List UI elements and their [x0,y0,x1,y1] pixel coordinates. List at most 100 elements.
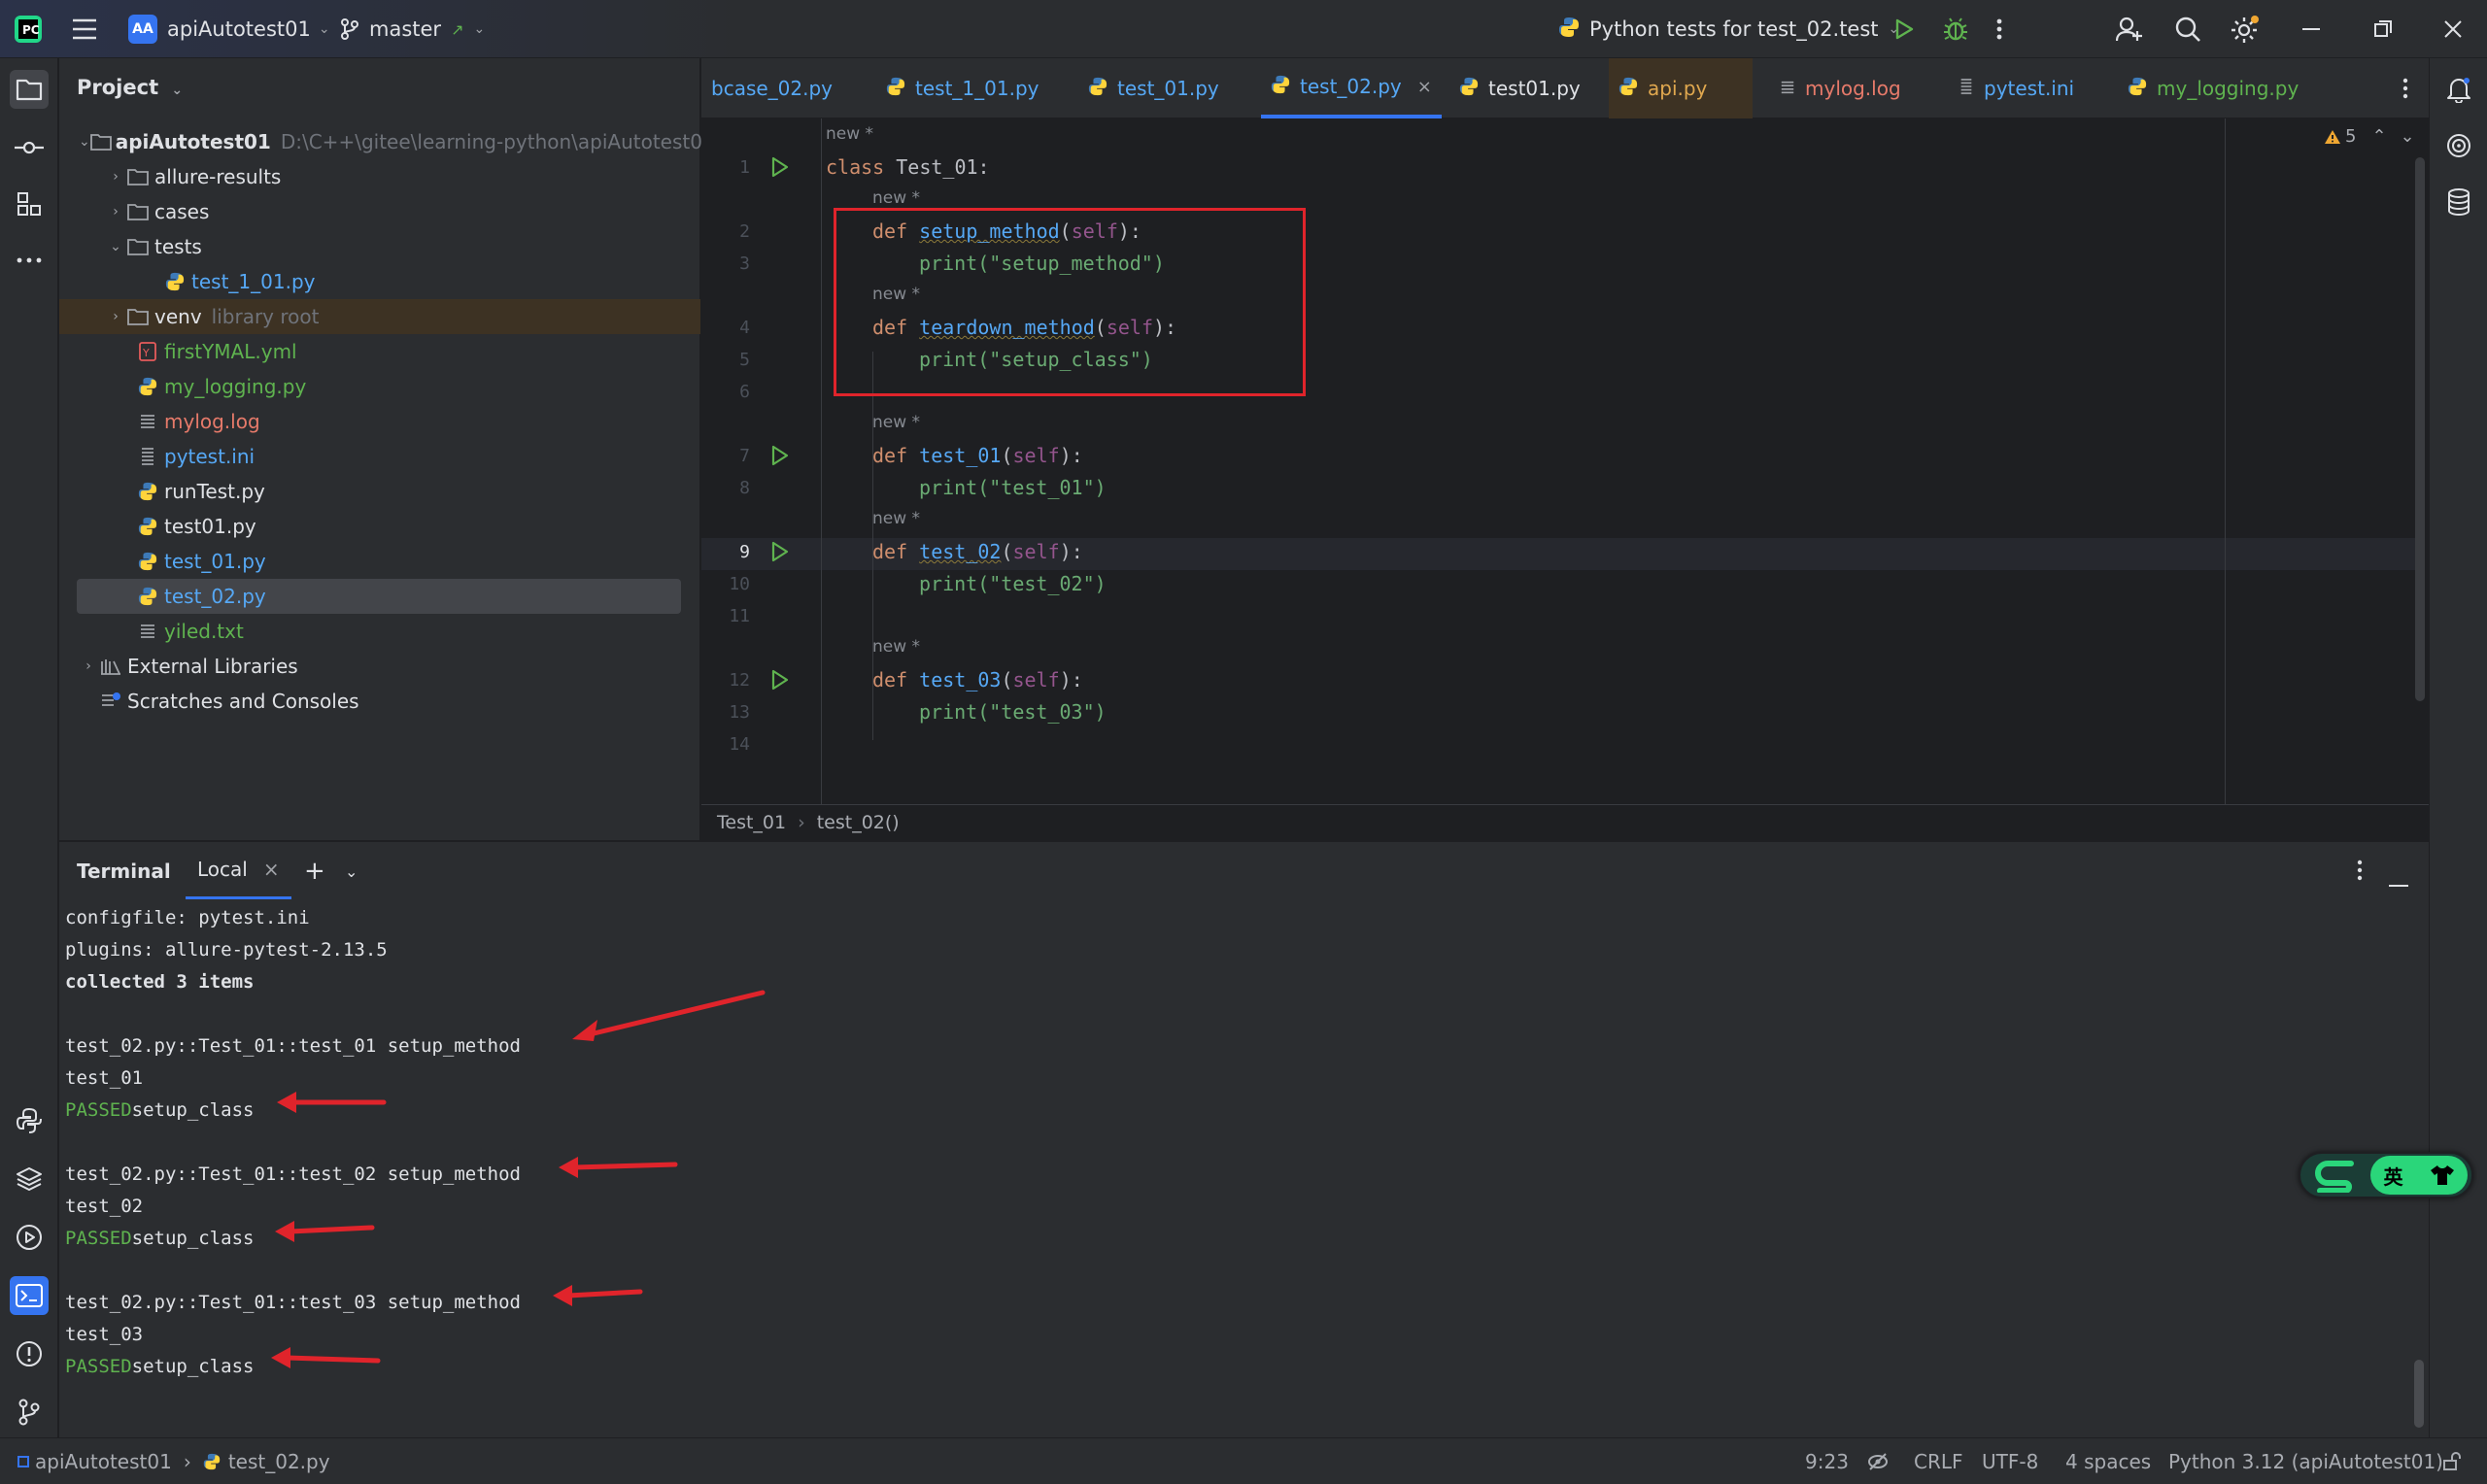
new-terminal-plus-icon[interactable]: + [304,842,325,900]
line-number: 10 [729,574,750,594]
file-encoding[interactable]: UTF-8 [1982,1438,2038,1484]
tree-item-allure-results[interactable]: › allure-results [59,159,700,194]
terminal-scrollbar[interactable] [2414,1360,2424,1428]
minimize-window-button[interactable] [2302,0,2320,58]
tree-item-cases[interactable]: › cases [59,194,700,229]
problems-icon[interactable] [10,1334,49,1373]
readonly-toggle-icon[interactable] [1867,1438,1889,1484]
next-highlight-icon[interactable]: ⌄ [2401,126,2415,147]
tree-item-pytest-ini[interactable]: pytest.ini [59,439,700,474]
tree-item-runtest[interactable]: runTest.py [59,474,700,509]
tree-item-yiled[interactable]: yiled.txt [59,614,700,649]
tab-test-01[interactable]: test_01.py [1078,58,1219,118]
run-test-gutter-icon[interactable] [767,155,791,179]
tab-pytest-ini[interactable]: pytest.ini [1949,58,2074,118]
project-panel-title[interactable]: Project ⌄ [77,76,183,99]
structure-icon[interactable] [10,185,49,223]
code-line-8: print("test_01") [919,476,1107,499]
tree-item-test01[interactable]: test01.py [59,509,700,544]
indent-setting[interactable]: 4 spaces [2065,1438,2151,1484]
tree-item-my-logging[interactable]: my_logging.py [59,369,700,404]
editor-scrollbar[interactable] [2415,157,2425,701]
status-breadcrumb[interactable]: apiAutotest01 › test_02.py [17,1438,330,1484]
terminal-result-line: PASSEDsetup_class [65,1356,254,1377]
debug-icon[interactable] [1943,0,1968,58]
close-tab-icon[interactable]: × [263,858,280,881]
run-config-selector[interactable]: Python tests for test_02.test ⌄ [1558,0,1899,58]
annotation-arrow [271,1347,381,1368]
annotation-red-box [834,208,1306,396]
tab-test01[interactable]: test01.py [1449,58,1581,118]
python-console-icon[interactable] [10,1101,49,1140]
caret-position[interactable]: 9:23 [1805,1438,1849,1484]
terminal-options-icon[interactable] [2356,860,2364,886]
tree-item-venv[interactable]: › venv library root [59,299,700,334]
line-separator[interactable]: CRLF [1914,1438,1963,1484]
run-test-gutter-icon[interactable] [767,444,791,467]
collapsed-arrow-icon: › [85,658,91,674]
settings-gear-icon[interactable] [2231,0,2260,58]
python-interpreter[interactable]: Python 3.12 (apiAutotest01) [2168,1438,2443,1484]
project-switcher[interactable]: AA apiAutotest01 ⌄ [128,0,330,58]
tab-test-02-active[interactable]: test_02.py × [1261,58,1442,118]
more-tools-icon[interactable] [10,241,49,280]
tree-item-mylog[interactable]: mylog.log [59,404,700,439]
tree-item-test-1-01[interactable]: test_1_01.py [59,264,700,299]
tab-bcase-02[interactable]: bcase_02.py [701,58,833,118]
terminal-dropdown-chevron-icon[interactable]: ⌄ [345,842,358,900]
hide-panel-icon[interactable] [2389,869,2408,893]
breadcrumb-class[interactable]: Test_01 [717,812,786,833]
ime-language-label[interactable]: 英 [2384,1162,2403,1190]
branch-switcher[interactable]: master ↗ ⌄ [340,0,485,58]
notifications-bell-icon[interactable] [2439,70,2478,109]
app-logo-icon[interactable]: PC [14,0,43,58]
python-icon [1558,17,1580,43]
run-test-gutter-icon[interactable] [767,668,791,691]
tab-test-1-01[interactable]: test_1_01.py [876,58,1039,118]
main-menu-icon[interactable] [72,0,97,58]
ime-floating-toolbar[interactable]: 英 [2299,1152,2473,1198]
tab-mylog[interactable]: mylog.log [1770,58,1901,118]
terminal-output[interactable]: configfile: pytest.ini plugins: allure-p… [59,899,2429,1437]
previous-highlight-icon[interactable]: ⌃ [2371,126,2386,147]
commit-icon[interactable] [10,128,49,167]
tree-item-test-02-selected[interactable]: test_02.py [77,579,681,614]
close-tab-icon[interactable]: × [1417,77,1432,97]
add-user-icon[interactable] [2116,0,2143,58]
tab-label: Local [197,858,248,881]
tree-label: allure-results [154,165,282,188]
run-test-gutter-icon[interactable] [767,540,791,563]
terminal-header: Terminal Local × + ⌄ [59,841,2429,900]
run-icon[interactable] [1892,0,1916,58]
python-file-icon [135,587,160,606]
terminal-icon[interactable] [10,1276,49,1315]
python-icon [2128,77,2147,101]
services-run-icon[interactable] [10,1218,49,1257]
tab-options-icon[interactable] [2392,58,2409,118]
ime-skin-shirt-icon[interactable] [2430,1164,2455,1186]
tree-item-project-root[interactable]: ⌄ apiAutotest01 D:\C++\gitee\learning-py… [59,124,715,159]
tree-item-scratches[interactable]: Scratches and Consoles [59,684,700,719]
more-actions-icon[interactable] [1995,0,2003,58]
git-icon[interactable] [10,1393,49,1432]
tree-item-test-01[interactable]: test_01.py [59,544,700,579]
tree-item-firstymal[interactable]: Y firstYMAL.yml [59,334,700,369]
tree-item-tests[interactable]: ⌄ tests [59,229,700,264]
function-name: test_02 [919,540,1002,563]
ai-assistant-icon[interactable] [2439,126,2478,165]
folder-icon [125,238,151,255]
close-window-button[interactable] [2444,0,2462,58]
tab-my-logging[interactable]: my_logging.py [2118,58,2299,118]
lock-icon[interactable] [2442,1438,2462,1484]
database-icon[interactable] [2439,183,2478,221]
terminal-tab-local[interactable]: Local × [186,842,291,900]
search-icon[interactable] [2174,0,2201,58]
breadcrumb-method[interactable]: test_02() [817,812,900,833]
tab-label: test01.py [1488,77,1581,100]
inspection-widget[interactable]: 5 ⌃ ⌄ [2324,126,2415,147]
tree-item-external-libraries[interactable]: › External Libraries [59,649,700,684]
restore-window-button[interactable] [2374,0,2392,58]
tab-api[interactable]: api.py [1609,58,1753,118]
project-folder-icon[interactable] [10,70,49,109]
layers-icon[interactable] [10,1160,49,1198]
